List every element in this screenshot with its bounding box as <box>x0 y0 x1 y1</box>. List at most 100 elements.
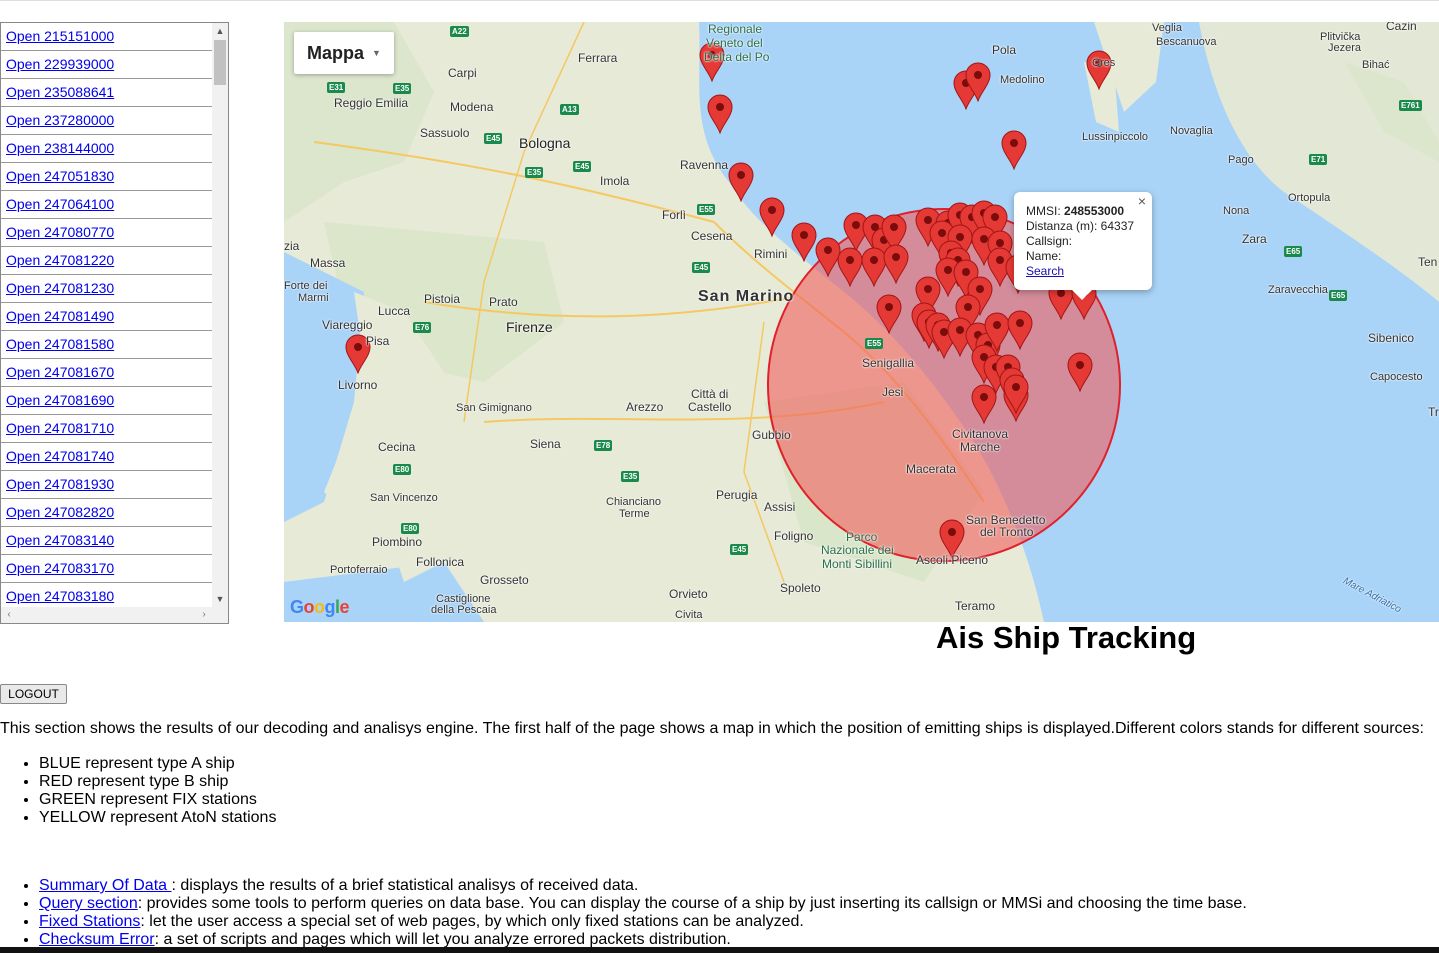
open-ship-link[interactable]: Open 247081930 <box>1 471 212 492</box>
ship-marker-icon[interactable] <box>791 222 817 262</box>
place-label: Regionale <box>708 22 763 36</box>
ship-marker-icon[interactable] <box>1007 310 1033 350</box>
ship-list-item: Open 247082820 <box>1 499 212 527</box>
open-ship-link[interactable]: Open 237280000 <box>1 107 212 128</box>
scroll-down-arrow-icon[interactable]: ▼ <box>212 591 228 607</box>
open-ship-link[interactable]: Open 247081690 <box>1 387 212 408</box>
place-label: Rimini <box>754 247 788 261</box>
place-label: Lucca <box>378 304 411 318</box>
ship-list: Open 215151000 Open 229939000 Open 2350886… <box>1 23 212 611</box>
search-link[interactable]: Search <box>1026 264 1064 278</box>
road-shield: E761 <box>1399 100 1422 111</box>
scroll-right-arrow-icon[interactable]: › <box>196 607 212 623</box>
scroll-left-arrow-icon[interactable]: ‹ <box>1 607 17 623</box>
top-divider <box>0 0 1439 1</box>
place-label: Pisa <box>366 334 390 348</box>
checksum-error-link[interactable]: Checksum Error <box>39 931 155 948</box>
open-ship-link[interactable]: Open 247080770 <box>1 219 212 240</box>
ship-list-item: Open 237280000 <box>1 107 212 135</box>
ship-marker-icon[interactable] <box>883 244 909 284</box>
ship-marker-icon[interactable] <box>759 197 785 237</box>
section-desc: : displays the results of a brief statis… <box>171 877 639 894</box>
road-shield: E78 <box>594 440 613 451</box>
open-ship-link[interactable]: Open 247083180 <box>1 583 212 604</box>
place-label: Capocesto <box>1370 371 1423 383</box>
open-ship-link[interactable]: Open 247051830 <box>1 163 212 184</box>
road-shield: E35 <box>525 167 544 178</box>
open-ship-link[interactable]: Open 247081580 <box>1 331 212 352</box>
place-label: Ortopula <box>1288 192 1331 204</box>
road-shield: E80 <box>393 464 412 475</box>
place-label: Forte dei <box>284 280 328 292</box>
query-section-link[interactable]: Query section <box>39 895 138 912</box>
place-label: Senigallia <box>862 356 915 370</box>
ship-marker-icon[interactable] <box>1003 374 1029 414</box>
section-desc: : let the user access a special set of w… <box>140 913 804 930</box>
open-ship-link[interactable]: Open 247081710 <box>1 415 212 436</box>
map-type-button[interactable]: Mappa ▼ <box>294 32 394 74</box>
section-desc: : a set of scripts and pages which will … <box>154 931 731 948</box>
road-shield: E65 <box>1329 290 1348 301</box>
ship-info-window: × MMSI: 248553000 Distanza (m): 64337 Ca… <box>1014 192 1152 300</box>
place-label: Foligno <box>774 529 814 543</box>
place-label: Grosseto <box>480 573 529 587</box>
open-ship-link[interactable]: Open 247083140 <box>1 527 212 548</box>
open-ship-link[interactable]: Open 247064100 <box>1 191 212 212</box>
ship-marker-icon[interactable] <box>1086 50 1112 90</box>
ship-list-item: Open 247081710 <box>1 415 212 443</box>
ship-marker-icon[interactable] <box>728 162 754 202</box>
open-ship-link[interactable]: Open 247081230 <box>1 275 212 296</box>
place-label: Terme <box>619 508 650 520</box>
ship-marker-icon[interactable] <box>1001 130 1027 170</box>
ship-marker-icon[interactable] <box>971 384 997 424</box>
fixed-stations-link[interactable]: Fixed Stations <box>39 913 140 930</box>
scrollbar-thumb[interactable] <box>214 40 226 85</box>
vertical-scrollbar[interactable]: ▲ ▼ <box>212 23 228 607</box>
close-icon[interactable]: × <box>1138 194 1146 209</box>
open-ship-link[interactable]: Open 229939000 <box>1 51 212 72</box>
road-shield: E35 <box>393 83 412 94</box>
place-label: Monti Sibillini <box>822 557 893 571</box>
place-label: della Pescaia <box>431 604 497 616</box>
ship-marker-icon[interactable] <box>965 62 991 102</box>
open-ship-link[interactable]: Open 247083170 <box>1 555 212 576</box>
ship-list-item: Open 247083170 <box>1 555 212 583</box>
road-shield: E80 <box>401 523 420 534</box>
ship-marker-icon[interactable] <box>707 94 733 134</box>
open-ship-link[interactable]: Open 215151000 <box>1 23 212 44</box>
scroll-up-arrow-icon[interactable]: ▲ <box>212 23 228 39</box>
place-label: Delta del Po <box>704 50 770 64</box>
open-ship-link[interactable]: Open 247081670 <box>1 359 212 380</box>
legend-item-green: GREEN represent FIX stations <box>39 791 276 809</box>
ship-list-item: Open 238144000 <box>1 135 212 163</box>
place-label: Veneto del <box>706 36 763 50</box>
callsign-row: Callsign: <box>1026 234 1073 248</box>
road-shield: E31 <box>327 82 346 93</box>
open-ship-link[interactable]: Open 247081490 <box>1 303 212 324</box>
open-ship-link[interactable]: Open 247081220 <box>1 247 212 268</box>
horizontal-scrollbar[interactable]: ‹ › <box>1 607 228 623</box>
ship-list-panel[interactable]: Open 215151000 Open 229939000 Open 2350886… <box>0 22 229 624</box>
ship-marker-icon[interactable] <box>837 247 863 287</box>
place-label: Cecina <box>378 440 416 454</box>
mmsi-value: 248553000 <box>1064 204 1125 218</box>
open-ship-link[interactable]: Open 235088641 <box>1 79 212 100</box>
logout-button[interactable]: LOGOUT <box>0 684 67 704</box>
open-ship-link[interactable]: Open 238144000 <box>1 135 212 156</box>
place-label: Cesena <box>691 229 733 243</box>
place-label: Marmi <box>298 292 329 304</box>
map[interactable]: Mappa ▼ Regionale Veneto del Delta del Po… <box>284 22 1439 622</box>
ship-marker-icon[interactable] <box>876 294 902 334</box>
place-label: Carpi <box>448 66 477 80</box>
ship-list-item: Open 229939000 <box>1 51 212 79</box>
place-label: Novaglia <box>1170 125 1213 137</box>
ship-marker-icon[interactable] <box>1067 352 1093 392</box>
ship-list-item: Open 247080770 <box>1 219 212 247</box>
summary-of-data-link[interactable]: Summary Of Data <box>39 877 171 894</box>
road-shield: E76 <box>413 322 432 333</box>
place-label: Massa <box>310 256 346 270</box>
open-ship-link[interactable]: Open 247082820 <box>1 499 212 520</box>
place-label: Sibenico <box>1368 331 1415 345</box>
open-ship-link[interactable]: Open 247081740 <box>1 443 212 464</box>
road-shield: E45 <box>573 161 592 172</box>
